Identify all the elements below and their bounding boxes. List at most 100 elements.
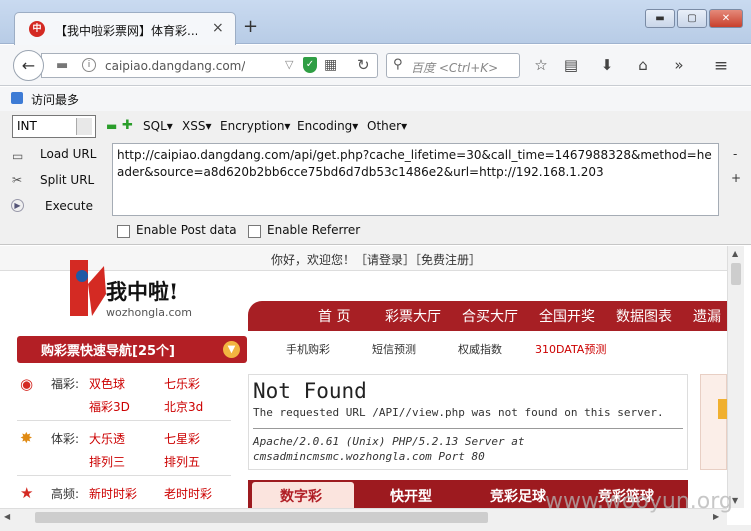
overflow-chevron-icon[interactable]: » xyxy=(669,56,689,74)
referrer-checkbox[interactable] xyxy=(248,225,261,238)
web-page: 你好，欢迎您！［请登录］［免费注册］ 我中啦! wozhongla.com 首 … xyxy=(0,246,727,508)
plus-icon[interactable]: ✚ xyxy=(122,118,133,133)
bookmark-star-icon[interactable]: ☆ xyxy=(531,56,551,74)
nav-missing[interactable]: 遗漏 xyxy=(693,306,721,326)
error-frame: Not Found The requested URL /API//view.p… xyxy=(248,374,688,470)
post-data-checkbox[interactable] xyxy=(117,225,130,238)
minus-icon[interactable]: ▬ xyxy=(106,119,117,133)
status-bar xyxy=(0,525,751,531)
vertical-scroll-thumb[interactable] xyxy=(731,263,741,285)
welfare-lottery-icon: ◉ xyxy=(20,375,34,393)
xss-menu[interactable]: XSS▾ xyxy=(182,119,211,133)
encoding-menu[interactable]: Encoding▾ xyxy=(297,119,358,133)
link-qlc[interactable]: 七乐彩 xyxy=(164,375,200,392)
tab-title: 【我中啦彩票网】体育彩... xyxy=(55,24,197,38)
back-button[interactable]: ← xyxy=(13,50,44,81)
nav-home[interactable]: 首 页 xyxy=(318,306,350,326)
site-logo[interactable]: 我中啦! wozhongla.com xyxy=(62,254,192,326)
reload-icon[interactable]: ↻ xyxy=(357,56,370,74)
collapse-icon[interactable]: - xyxy=(733,147,737,161)
category-label: 体彩: xyxy=(51,432,80,446)
nav-group-buy[interactable]: 合买大厅 xyxy=(462,306,518,326)
execute-button[interactable]: Execute xyxy=(45,199,93,213)
logo-domain: wozhongla.com xyxy=(106,306,192,319)
post-data-label: Enable Post data xyxy=(136,223,237,237)
hamburger-menu-icon[interactable]: ≡ xyxy=(711,56,731,76)
nav-draw-results[interactable]: 全国开奖 xyxy=(539,306,595,326)
load-url-button[interactable]: Load URL xyxy=(40,147,96,161)
divider xyxy=(17,420,231,421)
tab-football[interactable]: 竞彩足球 xyxy=(490,486,546,506)
most-visited-bookmark[interactable]: 访问最多 xyxy=(31,91,79,108)
subnav-index[interactable]: 权威指数 xyxy=(458,341,502,357)
link-new-ssc[interactable]: 新时时彩 xyxy=(89,485,137,502)
sql-menu[interactable]: SQL▾ xyxy=(143,119,173,133)
expand-icon[interactable]: + xyxy=(731,171,741,185)
link-dlt[interactable]: 大乐透 xyxy=(89,430,125,447)
tab-close-icon[interactable]: × xyxy=(212,20,224,36)
bookmark-folder-icon xyxy=(11,92,23,104)
encryption-menu[interactable]: Encryption▾ xyxy=(220,119,290,133)
search-bar[interactable]: ⚲ 百度 <Ctrl+K> xyxy=(386,53,520,78)
chevron-down-icon[interactable]: ▼ xyxy=(223,341,240,358)
info-icon[interactable]: i xyxy=(82,58,96,72)
home-icon[interactable]: ⌂ xyxy=(633,56,653,74)
minimize-button[interactable]: ▬ xyxy=(645,9,675,28)
shield-icon[interactable]: ✓ xyxy=(303,57,317,73)
vertical-scrollbar[interactable]: ▲ ▼ xyxy=(727,246,744,508)
close-window-button[interactable]: ✕ xyxy=(709,9,743,28)
site-favicon-icon: 中 xyxy=(29,21,45,37)
search-icon: ⚲ xyxy=(393,57,403,72)
error-title: Not Found xyxy=(253,379,367,403)
split-url-button[interactable]: Split URL xyxy=(40,173,94,187)
title-bar: 中 【我中啦彩票网】体育彩... × + ▬ ▢ ✕ xyxy=(0,0,751,45)
side-badge-icon xyxy=(718,399,727,419)
scroll-up-icon[interactable]: ▲ xyxy=(732,249,738,258)
scroll-left-icon[interactable]: ◀ xyxy=(4,512,10,521)
divider xyxy=(17,475,231,476)
sports-lottery-icon: ✸ xyxy=(20,429,33,447)
split-url-icon: ✂ xyxy=(12,173,23,187)
new-tab-button[interactable]: + xyxy=(243,17,258,37)
link-fc3d[interactable]: 福彩3D xyxy=(89,398,130,415)
category-label: 高频: xyxy=(51,487,80,501)
horizontal-scroll-thumb[interactable] xyxy=(35,512,488,523)
subnav-310data[interactable]: 310DATA预测 xyxy=(535,341,606,357)
browser-tab[interactable]: 中 【我中啦彩票网】体育彩... × xyxy=(14,12,236,45)
navigation-toolbar: ▬ i caipiao.dangdang.com/api/ge ▽ ✓ ▦ ↻ … xyxy=(0,45,751,86)
url-bar[interactable]: ▬ i caipiao.dangdang.com/api/ge ▽ ✓ ▦ ↻ xyxy=(41,53,378,78)
scroll-down-icon[interactable]: ▼ xyxy=(732,496,738,505)
watermark: www.wooyun.org xyxy=(545,489,733,514)
nav-lottery-hall[interactable]: 彩票大厅 xyxy=(385,306,441,326)
download-icon[interactable]: ⬇ xyxy=(597,56,617,74)
execute-icon: ▶ xyxy=(11,199,24,212)
history-icon[interactable]: ▬ xyxy=(56,58,68,73)
login-greeting[interactable]: 你好，欢迎您！［请登录］［免费注册］ xyxy=(271,251,481,268)
type-select[interactable]: INT xyxy=(12,115,96,138)
nav-charts[interactable]: 数据图表 xyxy=(616,306,672,326)
hackbar-panel: INT ▬ ✚ SQL▾ XSS▾ Encryption▾ Encoding▾ … xyxy=(0,111,751,245)
link-pl5[interactable]: 排列五 xyxy=(164,453,200,470)
qrcode-icon[interactable]: ▦ xyxy=(324,57,337,73)
link-ssq[interactable]: 双色球 xyxy=(89,375,125,392)
url-text[interactable]: caipiao.dangdang.com/api/ge xyxy=(105,59,245,73)
side-panel xyxy=(700,374,727,470)
search-placeholder: 百度 <Ctrl+K> xyxy=(411,61,499,75)
error-message: The requested URL /API//view.php was not… xyxy=(253,406,664,419)
reading-list-icon[interactable]: ▤ xyxy=(561,56,581,74)
logo-text: 我中啦! xyxy=(106,279,179,304)
subnav-mobile[interactable]: 手机购彩 xyxy=(286,341,330,357)
other-menu[interactable]: Other▾ xyxy=(367,119,407,133)
link-old-ssc[interactable]: 老时时彩 xyxy=(164,485,212,502)
tab-digital[interactable]: 数字彩 xyxy=(280,486,322,506)
link-qxc[interactable]: 七星彩 xyxy=(164,430,200,447)
tab-fast[interactable]: 快开型 xyxy=(390,486,432,506)
maximize-button[interactable]: ▢ xyxy=(677,9,707,28)
url-textarea[interactable]: http://caipiao.dangdang.com/api/get.php?… xyxy=(112,143,719,216)
error-divider xyxy=(253,428,683,429)
quick-guide-bar[interactable]: 购彩票快速导航[25个] ▼ xyxy=(17,336,247,363)
subnav-sms[interactable]: 短信预测 xyxy=(372,341,416,357)
link-bj3d[interactable]: 北京3d xyxy=(164,398,203,415)
link-pl3[interactable]: 排列三 xyxy=(89,453,125,470)
dropdown-icon[interactable]: ▽ xyxy=(285,58,293,71)
